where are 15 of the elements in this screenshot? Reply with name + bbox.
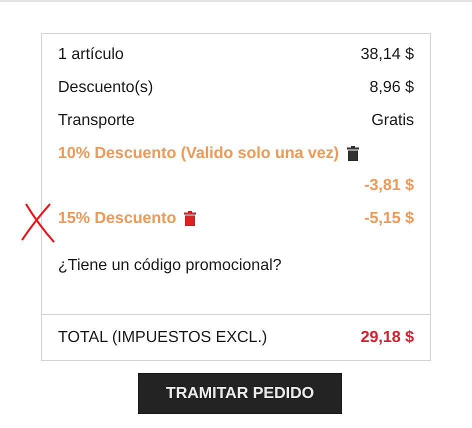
checkout-button[interactable]: TRAMITAR PEDIDO	[138, 373, 342, 414]
summary-label: Descuento(s)	[58, 78, 154, 96]
discount-label: 10% Descuento (Valido solo una vez)	[58, 144, 339, 162]
discount-amount: -3,81 $	[364, 177, 414, 195]
summary-label: Transporte	[58, 112, 135, 130]
summary-label: 1 artículo	[58, 46, 124, 64]
discount-label: 15% Descuento	[58, 210, 176, 228]
summary-value: 8,96 $	[370, 78, 414, 96]
summary-value: Gratis	[371, 112, 414, 130]
discount-amount: -5,15 $	[364, 210, 414, 228]
summary-value: 38,14 $	[360, 46, 414, 64]
promo-code-link[interactable]: ¿Tiene un código promocional?	[58, 257, 282, 275]
trash-icon[interactable]	[346, 146, 359, 161]
total-value: 29,18 $	[360, 328, 414, 346]
total-label: TOTAL (IMPUESTOS EXCL.)	[58, 328, 268, 346]
